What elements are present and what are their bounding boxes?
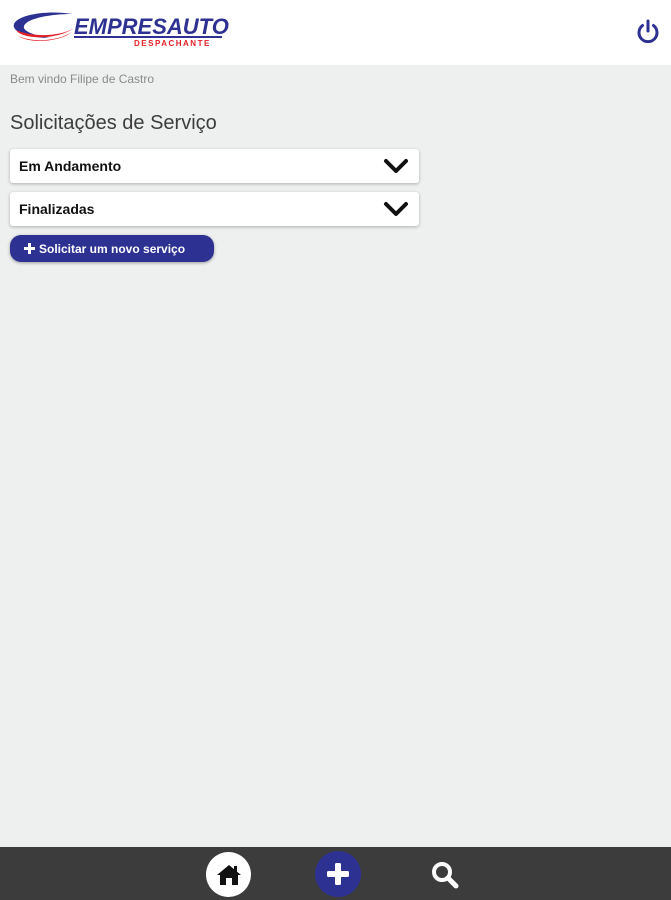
plus-icon xyxy=(327,863,349,885)
nav-search-button[interactable] xyxy=(425,855,465,895)
logo-subtext: DESPACHANTE xyxy=(134,39,211,48)
chevron-down-icon xyxy=(384,202,408,216)
search-icon xyxy=(432,862,459,889)
nav-add-button[interactable] xyxy=(315,851,361,897)
logout-button[interactable] xyxy=(630,14,666,50)
accordion-label: Em Andamento xyxy=(19,158,122,174)
header-bar: EMPRESAUTO DESPACHANTE xyxy=(0,0,671,65)
accordion-em-andamento[interactable]: Em Andamento xyxy=(10,149,419,183)
power-icon xyxy=(637,19,659,44)
page-title: Solicitações de Serviço xyxy=(10,112,217,134)
new-service-label: Solicitar um novo serviço xyxy=(39,241,186,256)
new-service-button[interactable]: Solicitar um novo serviço xyxy=(10,235,214,262)
welcome-message: Bem vindo Filipe de Castro xyxy=(10,72,155,86)
bottom-nav-bar xyxy=(0,847,671,900)
chevron-down-icon xyxy=(384,159,408,173)
empresauto-logo: EMPRESAUTO DESPACHANTE xyxy=(10,8,230,52)
accordion-label: Finalizadas xyxy=(19,201,95,217)
home-icon xyxy=(216,864,241,885)
logo-text: EMPRESAUTO xyxy=(74,14,229,39)
app-screen: EMPRESAUTO DESPACHANTE Bem vindo Filipe … xyxy=(0,0,671,900)
accordion-finalizadas[interactable]: Finalizadas xyxy=(10,192,419,226)
plus-icon xyxy=(24,243,35,254)
nav-home-button[interactable] xyxy=(206,852,251,897)
